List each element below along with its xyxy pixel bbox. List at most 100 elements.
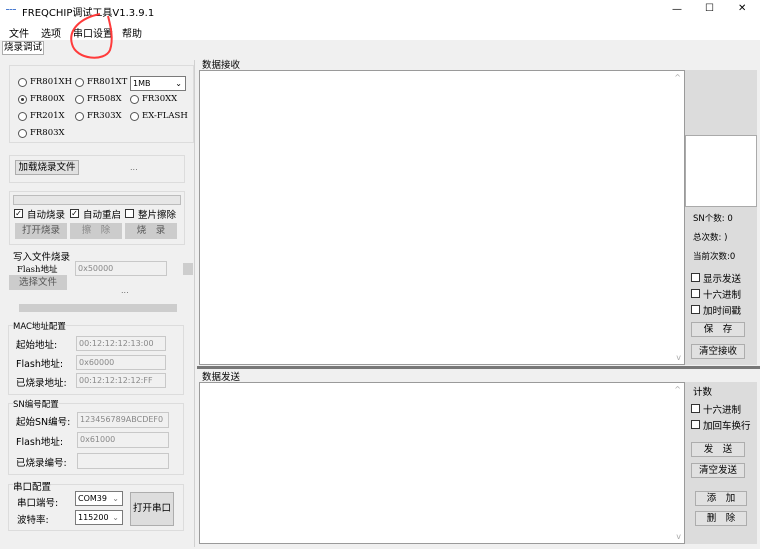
load-burn-file-button[interactable]: 加载烧录文件	[15, 160, 79, 175]
chip-erase-label: 整片擦除	[138, 210, 177, 221]
total-count: 总次数: )	[693, 233, 728, 243]
erase-button[interactable]: 擦 除	[70, 223, 122, 239]
open-burn-button[interactable]: 打开烧录	[15, 223, 67, 239]
splitter[interactable]	[197, 366, 760, 369]
app-icon	[6, 9, 16, 13]
write-file-panel: 写入文件烧录 Flash地址 0x50000 选择文件 ...	[9, 247, 195, 315]
open-serial-button[interactable]: 打开串口	[130, 492, 174, 526]
radio-fr801xh[interactable]	[18, 78, 27, 87]
port-select[interactable]: COM39 ⌄	[75, 491, 123, 506]
sn-burned-label: 已烧录编号:	[16, 458, 67, 469]
write-flash-label: Flash地址	[17, 265, 58, 275]
baud-select[interactable]: 115200 ⌄	[75, 510, 123, 525]
send-side-panel: 计数 十六进制 加回车换行 发 送 清空发送 添 加 删 除	[685, 382, 757, 544]
radio-fr30xx[interactable]	[130, 95, 139, 104]
radio-label: FR30XX	[142, 94, 178, 104]
chip-erase-checkbox[interactable]	[125, 209, 134, 218]
timestamp-checkbox[interactable]	[691, 305, 700, 314]
auto-restart-label: 自动重启	[83, 210, 122, 221]
radio-label: FR801XH	[30, 77, 72, 87]
sn-start-field[interactable]: 123456789ABCDEF0	[77, 412, 169, 428]
left-panel-border	[194, 60, 195, 547]
clear-receive-button[interactable]: 清空接收	[691, 344, 745, 359]
mac-burned-field[interactable]: 00:12:12:12:12:FF	[76, 373, 166, 388]
count-label: 计数	[693, 387, 713, 398]
save-button[interactable]: 保 存	[691, 322, 745, 337]
radio-ex-flash[interactable]	[130, 112, 139, 121]
maximize-button[interactable]: ☐	[705, 3, 714, 14]
menu-options[interactable]: 选项	[41, 25, 61, 40]
mac-config-group: MAC地址配置 起始地址: 00:12:12:12:13:00 Flash地址:…	[8, 320, 184, 395]
sn-flash-field[interactable]: 0x61000	[77, 432, 169, 448]
auto-burn-label: 自动烧录	[27, 210, 66, 221]
receive-textarea[interactable]: ^ v	[199, 70, 685, 365]
auto-restart-checkbox[interactable]: ✓	[70, 209, 79, 218]
scroll-down-icon[interactable]: v	[676, 353, 681, 362]
mac-start-field[interactable]: 00:12:12:12:13:00	[76, 336, 166, 351]
port-label: 串口端号:	[17, 498, 59, 509]
radio-label: FR801XT	[87, 77, 128, 87]
baud-label: 波特率:	[17, 515, 49, 526]
show-send-checkbox[interactable]	[691, 273, 700, 282]
delete-button[interactable]: 删 除	[695, 511, 747, 526]
horizontal-scrollbar[interactable]	[9, 303, 195, 313]
mac-burned-label: 已烧录地址:	[16, 378, 67, 389]
scroll-up-icon[interactable]: ^	[674, 385, 681, 394]
radio-label: FR803X	[30, 128, 65, 138]
flash-size-select[interactable]: 1MB ⌄	[130, 76, 186, 91]
scroll-down-icon[interactable]: v	[676, 532, 681, 541]
sn-burned-field[interactable]	[77, 453, 169, 469]
vertical-scrollbar[interactable]	[183, 251, 193, 301]
radio-fr803x[interactable]	[18, 129, 27, 138]
menu-help[interactable]: 帮助	[122, 25, 142, 40]
write-flash-field[interactable]: 0x50000	[75, 261, 167, 276]
chevron-down-icon: ⌄	[175, 79, 182, 88]
radio-fr508x[interactable]	[75, 95, 84, 104]
load-file-group: 加载烧录文件 ...	[9, 155, 185, 183]
crlf-label: 加回车换行	[703, 421, 751, 432]
radio-fr303x[interactable]	[75, 112, 84, 121]
sn-start-label: 起始SN编号:	[16, 417, 71, 428]
close-button[interactable]: ✕	[738, 3, 746, 14]
show-send-label: 显示发送	[703, 274, 742, 285]
receive-hex-checkbox[interactable]	[691, 289, 700, 298]
mac-flash-label: Flash地址:	[16, 359, 64, 370]
port-value: COM39	[78, 494, 107, 503]
scroll-up-icon[interactable]: ^	[674, 73, 681, 82]
radio-fr801xt[interactable]	[75, 78, 84, 87]
radio-fr201x[interactable]	[18, 112, 27, 121]
radio-label: FR201X	[30, 111, 65, 121]
serial-config-group: 串口配置 串口端号: COM39 ⌄ 波特率: 115200 ⌄ 打开串口	[8, 479, 184, 531]
add-button[interactable]: 添 加	[695, 491, 747, 506]
radio-label: FR800X	[30, 94, 65, 104]
radio-label: FR508X	[87, 94, 122, 104]
mac-title: MAC地址配置	[13, 320, 66, 332]
burn-button[interactable]: 烧 录	[125, 223, 177, 239]
send-textarea[interactable]: ^ v	[199, 382, 685, 544]
write-file-title: 写入文件烧录	[13, 252, 71, 263]
send-button[interactable]: 发 送	[691, 442, 745, 457]
radio-fr800x[interactable]	[18, 95, 27, 104]
minimize-button[interactable]: —	[672, 4, 682, 15]
tab-burn-debug[interactable]: 烧录调试	[2, 41, 44, 55]
mac-start-label: 起始地址:	[16, 340, 58, 351]
annotation-circle	[70, 13, 113, 59]
select-file-button[interactable]: 选择文件	[9, 275, 67, 290]
receive-hex-label: 十六进制	[703, 290, 742, 301]
mac-flash-field[interactable]: 0x60000	[76, 355, 166, 370]
menu-file[interactable]: 文件	[9, 25, 29, 40]
sn-flash-label: Flash地址:	[16, 437, 64, 448]
send-title: 数据发送	[202, 372, 241, 383]
radio-label: EX-FLASH	[142, 111, 188, 121]
send-hex-checkbox[interactable]	[691, 404, 700, 413]
load-file-path: ...	[130, 163, 138, 172]
sn-count: SN个数: 0	[693, 214, 733, 224]
auto-burn-checkbox[interactable]: ✓	[14, 209, 23, 218]
write-file-path: ...	[121, 286, 129, 295]
flash-size-value: 1MB	[133, 79, 151, 88]
clear-send-button[interactable]: 清空发送	[691, 463, 745, 478]
receive-side-panel: SN个数: 0 总次数: ) 当前次数:0 显示发送 十六进制 加时间戳 保 存…	[685, 70, 757, 365]
sn-config-group: SN编号配置 起始SN编号: 123456789ABCDEF0 Flash地址:…	[8, 398, 184, 475]
crlf-checkbox[interactable]	[691, 420, 700, 429]
chevron-down-icon: ⌄	[112, 513, 119, 522]
